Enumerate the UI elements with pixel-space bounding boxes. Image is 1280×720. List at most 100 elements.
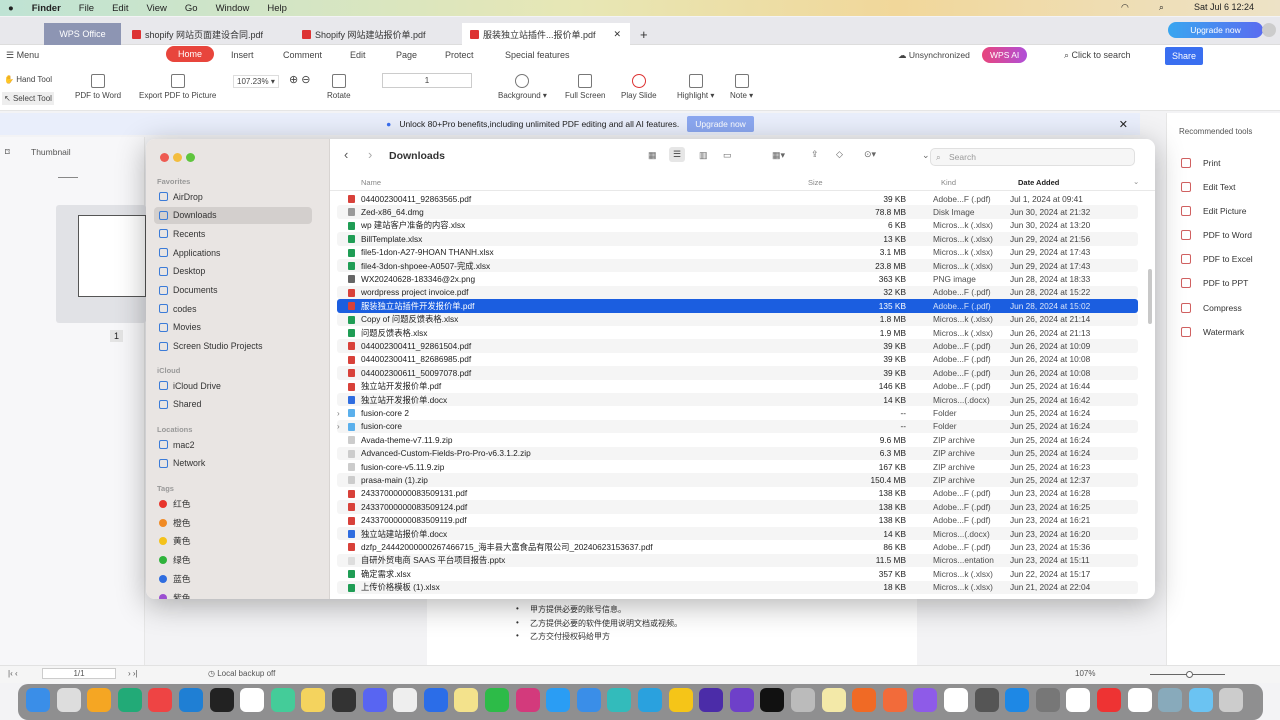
background-button[interactable]: Background ▾ [498, 74, 547, 100]
file-row[interactable]: dzfp_24442000000267466715_海丰县大富食品有限公司_20… [337, 540, 1138, 553]
dock-lark-icon[interactable] [423, 688, 448, 712]
zoom-window-button[interactable] [186, 153, 195, 162]
file-row[interactable]: 确定需求.xlsx 357 KB Micros...k (.xlsx) Jun 22,… [337, 567, 1138, 580]
dock-discord-icon[interactable] [362, 688, 387, 712]
dock-qq-icon[interactable] [546, 688, 571, 712]
dock-wechat-icon[interactable] [485, 688, 509, 712]
tab-document[interactable]: Shopify 网站建站报价单.pdf [294, 23, 434, 45]
tab-protect[interactable]: Protect [445, 50, 474, 60]
file-row[interactable]: fusion-core-v5.11.9.zip 167 KB ZIP archive… [337, 460, 1138, 473]
sidebar-tag[interactable]: 橙色 [154, 514, 312, 531]
tool-pdf-to-ppt[interactable]: PDF to PPT [1181, 278, 1248, 288]
zoom-slider[interactable] [1150, 671, 1225, 678]
file-row[interactable]: 24337000000083509131.pdf 138 KB Adobe...F … [337, 487, 1138, 500]
search-icon[interactable]: ⌕ [1159, 2, 1164, 13]
tab-home[interactable]: Home [166, 46, 215, 62]
list-view-icon[interactable]: ☰ [669, 147, 686, 162]
new-tab-button[interactable]: + [632, 23, 656, 45]
dock-obs-icon[interactable] [332, 688, 356, 712]
dock-pencil-icon[interactable] [882, 688, 907, 712]
disclosure-triangle-icon[interactable]: › [337, 422, 340, 431]
thumbnail-size-slider[interactable] [58, 177, 78, 178]
prev-page-button[interactable]: |‹ ‹ [8, 669, 18, 678]
file-row[interactable]: WX20240628-183346@2x.png 363 KB PNG image J… [337, 272, 1138, 285]
menu-window[interactable]: Window [216, 3, 250, 14]
dock-reminders-icon[interactable] [240, 688, 265, 712]
dock-chrome-icon[interactable] [148, 688, 173, 712]
sidebar-item[interactable]: mac2 [154, 436, 312, 453]
file-row[interactable]: file5-1don-A27-9HOAN THANH.xlsx 3.1 MB Mic… [337, 246, 1138, 259]
file-row[interactable]: 24337000000083509119.pdf 138 KB Adobe...F … [337, 514, 1138, 527]
file-row[interactable]: Avada-theme-v7.11.9.zip 9.6 MB ZIP archive… [337, 433, 1138, 446]
play-slide-button[interactable]: Play Slide [621, 74, 657, 100]
sidebar-item[interactable]: Screen Studio Projects [154, 338, 312, 355]
dock-terminal-icon[interactable] [209, 688, 234, 712]
close-icon[interactable]: ✕ [614, 29, 622, 40]
dock-system-settings-icon[interactable] [791, 688, 815, 712]
tab-document-active[interactable]: 服装独立站插件...报价单.pdf ✕ [462, 23, 630, 45]
tool-watermark[interactable]: Watermark [1181, 327, 1244, 337]
column-size[interactable]: Size [808, 178, 823, 187]
back-button[interactable]: ‹ [344, 147, 348, 162]
file-row[interactable]: wp 建站客户准备的内容.xlsx 6 KB Micros...k (.xlsx) J… [337, 219, 1138, 232]
sidebar-item[interactable]: codes [154, 300, 312, 317]
sidebar-item[interactable]: Downloads [154, 206, 312, 224]
dock-settings-icon[interactable] [1035, 688, 1060, 712]
file-row[interactable]: 044002300411_92861504.pdf 39 KB Adobe...F … [337, 339, 1138, 353]
file-row[interactable]: 独立站建站报价单.docx 14 KB Micros...(.docx) Jun 23… [337, 527, 1138, 541]
menu-button[interactable]: ☰ Menu [6, 50, 39, 61]
menu-finder[interactable]: Finder [32, 3, 61, 14]
dock-arc-icon[interactable] [699, 688, 724, 712]
disclosure-triangle-icon[interactable]: › [337, 409, 340, 418]
dock-downloader-icon[interactable] [913, 688, 938, 712]
share-icon[interactable]: ⇪ [811, 149, 819, 160]
tab-insert[interactable]: Insert [231, 50, 254, 60]
file-row[interactable]: prasa-main (1).zip 150.4 MB ZIP archive Jun… [337, 473, 1138, 487]
highlight-button[interactable]: Highlight ▾ [677, 74, 714, 100]
menu-go[interactable]: Go [185, 3, 198, 14]
file-row[interactable]: 问题反馈表格.xlsx 1.9 MB Micros...k (.xlsx) Jun 2… [337, 326, 1138, 339]
tab-page[interactable]: Page [396, 50, 417, 60]
dock-finder-icon[interactable] [26, 688, 50, 712]
file-row[interactable]: Advanced-Custom-Fields-Pro-Pro-v6.3.1.2.… [337, 446, 1138, 460]
zoom-select[interactable]: 107.23% ▾ [233, 75, 279, 88]
forward-button[interactable]: › [368, 147, 372, 162]
dock-app-store-icon[interactable] [1005, 688, 1030, 712]
banner-upgrade-button[interactable]: Upgrade now [687, 116, 754, 132]
dock-chatgpt-alt-icon[interactable] [270, 688, 295, 712]
zoom-level[interactable]: 107% [1075, 669, 1095, 678]
menu-help[interactable]: Help [267, 3, 287, 14]
group-icon[interactable]: ▦▾ [772, 150, 785, 161]
column-date-added[interactable]: Date Added [1018, 178, 1059, 187]
dock-vscode-icon[interactable] [179, 688, 203, 712]
upgrade-now-button[interactable]: Upgrade now [1168, 22, 1263, 38]
page-thumbnail[interactable] [56, 205, 146, 323]
sidebar-tag[interactable]: 黄色 [154, 532, 312, 549]
menu-file[interactable]: File [79, 3, 94, 14]
sidebar-tag[interactable]: 绿色 [154, 551, 312, 568]
zoom-in-icon[interactable]: ⊕ ⊖ [289, 73, 311, 86]
dock-downloads-folder-icon[interactable] [1188, 688, 1213, 712]
sidebar-item[interactable]: Applications [154, 244, 312, 261]
more-actions-icon[interactable]: ⊙▾ [864, 149, 876, 160]
dock-calendar-icon[interactable] [1066, 688, 1091, 712]
menu-edit[interactable]: Edit [112, 3, 128, 14]
tool-print[interactable]: Print [1181, 158, 1220, 168]
dock-mongodb-icon[interactable] [1127, 688, 1152, 712]
file-row[interactable]: Zed-x86_64.dmg 78.8 MB Disk Image Jun 30, 2… [337, 205, 1138, 219]
dock-wps-pdf-icon[interactable] [1097, 688, 1121, 712]
file-row[interactable]: 044002300411_92863565.pdf 39 KB Adobe...F … [337, 192, 1138, 205]
next-page-button[interactable]: › ›| [128, 669, 138, 678]
file-row[interactable]: 自研外贸电商 SAAS 平台项目报告.pptx 11.5 MB Micros...e… [337, 553, 1138, 568]
tab-comment[interactable]: Comment [283, 50, 322, 60]
close-window-button[interactable] [160, 153, 169, 162]
avatar[interactable] [1262, 23, 1276, 37]
page-input[interactable]: 1/1 [42, 668, 116, 679]
file-row[interactable]: 044002300611_50097078.pdf 39 KB Adobe...F … [337, 366, 1138, 380]
rotate-button[interactable]: Rotate [327, 74, 351, 100]
select-tool-button[interactable]: ↖ Select Tool [2, 92, 54, 105]
sidebar-item[interactable]: Desktop [154, 263, 312, 280]
column-view-icon[interactable]: ▥ [699, 150, 708, 161]
dock-telegram-icon[interactable] [638, 688, 662, 712]
dock-photos-icon[interactable] [87, 688, 112, 712]
